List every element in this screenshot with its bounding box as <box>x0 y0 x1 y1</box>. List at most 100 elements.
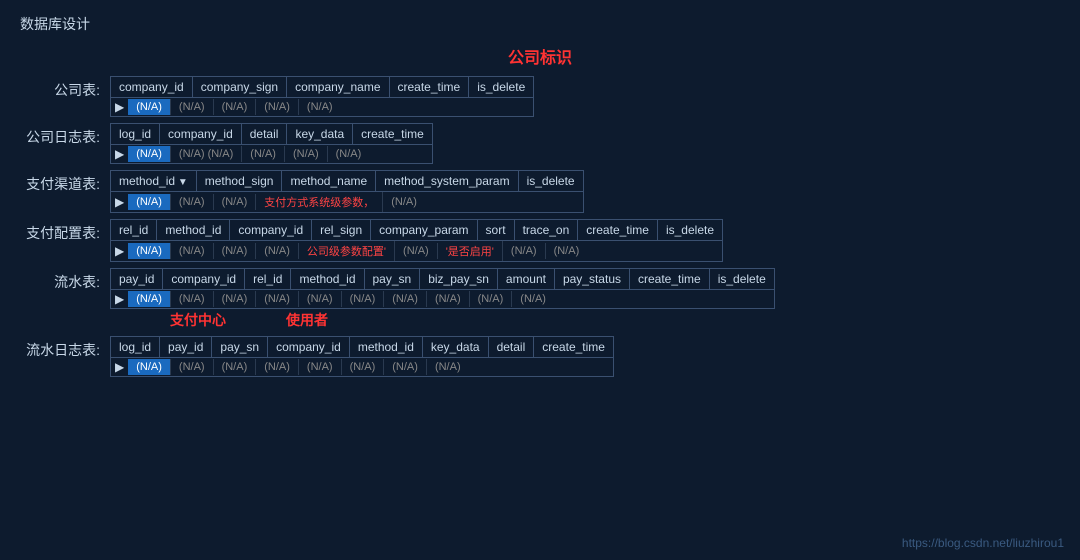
col-pay_id: pay_id <box>160 337 212 357</box>
cell-method_id: (N/A) <box>128 194 171 210</box>
company-table-label: 公司表: <box>20 76 100 100</box>
row-arrow: ▶ <box>111 290 128 308</box>
company-log-table-body: ▶ (N/A) (N/A) (N/A) (N/A) (N/A) (N/A) <box>111 145 432 163</box>
cell-method_id: (N/A) <box>299 359 342 375</box>
cell-amount: (N/A) <box>384 291 427 307</box>
cell-detail: (N/A) <box>384 359 427 375</box>
col-create_time: create_time <box>390 77 470 97</box>
cell-pay_sn: (N/A) <box>214 359 257 375</box>
col-rel_sign: rel_sign <box>312 220 371 240</box>
col-method_id: method_id <box>157 220 230 240</box>
cell-method_id: (N/A) <box>256 291 299 307</box>
col-company_name: company_name <box>287 77 389 97</box>
col-is_delete: is_delete <box>710 269 774 289</box>
cell-method_system_param: 支付方式系统级参数， <box>256 192 383 212</box>
col-create_time: create_time <box>630 269 710 289</box>
col-method_system_param: method_system_param <box>376 171 518 191</box>
cell-company_id: (N/A) <box>171 291 214 307</box>
col-company_param: company_param <box>371 220 477 240</box>
payment-config-table-header: rel_id method_id company_id rel_sign com… <box>111 220 722 241</box>
cell-method_sign: (N/A) <box>171 194 214 210</box>
cell-company_param: 公司级参数配置' <box>299 241 395 261</box>
cell-rel_id: (N/A) <box>214 291 257 307</box>
col-company_id: company_id <box>160 124 242 144</box>
payment-channel-table-header: method_id method_sign method_name method… <box>111 171 583 192</box>
cell-log_id: (N/A) <box>128 359 171 375</box>
watermark: https://blog.csdn.net/liuzhirou1 <box>902 536 1064 550</box>
col-key_data: key_data <box>423 337 489 357</box>
col-create_time: create_time <box>578 220 658 240</box>
cell-create_time: (N/A) <box>328 146 370 162</box>
col-create_time: create_time <box>534 337 613 357</box>
col-company_id: company_id <box>163 269 245 289</box>
col-rel_id: rel_id <box>245 269 291 289</box>
col-company_id: company_id <box>230 220 312 240</box>
payment-channel-table-row: 支付渠道表: method_id method_sign method_name… <box>20 170 1060 213</box>
col-method_id: method_id <box>350 337 423 357</box>
page-title: 数据库设计 <box>20 14 1060 34</box>
cell-pay_id: (N/A) <box>171 359 214 375</box>
col-detail: detail <box>489 337 535 357</box>
annotation-payment-center: 支付中心 <box>170 310 226 330</box>
company-log-table-row: 公司日志表: log_id company_id detail key_data… <box>20 123 1060 164</box>
col-pay_id: pay_id <box>111 269 163 289</box>
cell-company_name: (N/A) <box>214 99 257 115</box>
cell-biz_pay_sn: (N/A) <box>342 291 385 307</box>
transaction-table-label: 流水表: <box>20 268 100 292</box>
cell-key_data: (N/A) <box>342 359 385 375</box>
row-arrow: ▶ <box>111 193 128 211</box>
payment-channel-table: method_id method_sign method_name method… <box>110 170 584 213</box>
cell-sort: (N/A) <box>395 243 438 259</box>
cell-is_delete: (N/A) <box>299 99 341 115</box>
cell-key_data: (N/A) <box>285 146 328 162</box>
row-arrow: ▶ <box>111 242 128 260</box>
cell-company_sign: (N/A) <box>171 99 214 115</box>
cell-is_delete: (N/A) <box>383 194 425 210</box>
col-key_data: key_data <box>287 124 353 144</box>
col-trace_on: trace_on <box>515 220 579 240</box>
cell-company_id: (N/A) (N/A) <box>171 146 242 162</box>
col-amount: amount <box>498 269 555 289</box>
transaction-log-table-label: 流水日志表: <box>20 336 100 360</box>
annotation-user: 使用者 <box>286 310 328 330</box>
company-table-header: company_id company_sign company_name cre… <box>111 77 533 98</box>
cell-company_id: (N/A) <box>256 359 299 375</box>
cell-create_time: (N/A) <box>256 99 299 115</box>
company-log-table: log_id company_id detail key_data create… <box>110 123 433 164</box>
col-method_name: method_name <box>282 171 376 191</box>
col-company_id: company_id <box>111 77 193 97</box>
company-table-body: ▶ (N/A) (N/A) (N/A) (N/A) (N/A) <box>111 98 533 116</box>
row-arrow: ▶ <box>111 98 128 116</box>
cell-pay_sn: (N/A) <box>299 291 342 307</box>
cell-rel_id: (N/A) <box>128 243 171 259</box>
col-method_sign: method_sign <box>197 171 283 191</box>
cell-create_time: (N/A) <box>427 359 469 375</box>
transaction-log-table-body: ▶ (N/A) (N/A) (N/A) (N/A) (N/A) (N/A) (N… <box>111 358 613 376</box>
transaction-table: pay_id company_id rel_id method_id pay_s… <box>110 268 775 309</box>
col-rel_id: rel_id <box>111 220 157 240</box>
company-log-table-header: log_id company_id detail key_data create… <box>111 124 432 145</box>
col-pay_status: pay_status <box>555 269 630 289</box>
col-pay_sn: pay_sn <box>365 269 421 289</box>
col-pay_sn: pay_sn <box>212 337 268 357</box>
company-log-table-label: 公司日志表: <box>20 123 100 147</box>
col-log_id: log_id <box>111 124 160 144</box>
cell-create_time: (N/A) <box>470 291 513 307</box>
center-label: 公司标识 <box>508 50 572 67</box>
transaction-log-table-header: log_id pay_id pay_sn company_id method_i… <box>111 337 613 358</box>
col-is_delete: is_delete <box>469 77 533 97</box>
col-detail: detail <box>242 124 288 144</box>
transaction-log-table: log_id pay_id pay_sn company_id method_i… <box>110 336 614 377</box>
cell-is_delete: (N/A) <box>512 291 554 307</box>
cell-pay_id: (N/A) <box>128 291 171 307</box>
col-biz_pay_sn: biz_pay_sn <box>420 269 498 289</box>
cell-method_id: (N/A) <box>171 243 214 259</box>
col-company_sign: company_sign <box>193 77 287 97</box>
company-table-row: 公司表: company_id company_sign company_nam… <box>20 76 1060 117</box>
transaction-table-row: 流水表: pay_id company_id rel_id method_id … <box>20 268 1060 330</box>
cell-create_time: (N/A) <box>503 243 546 259</box>
col-method_id: method_id <box>111 171 197 191</box>
cell-detail: (N/A) <box>242 146 285 162</box>
cell-method_name: (N/A) <box>214 194 257 210</box>
transaction-log-table-row: 流水日志表: log_id pay_id pay_sn company_id m… <box>20 336 1060 377</box>
